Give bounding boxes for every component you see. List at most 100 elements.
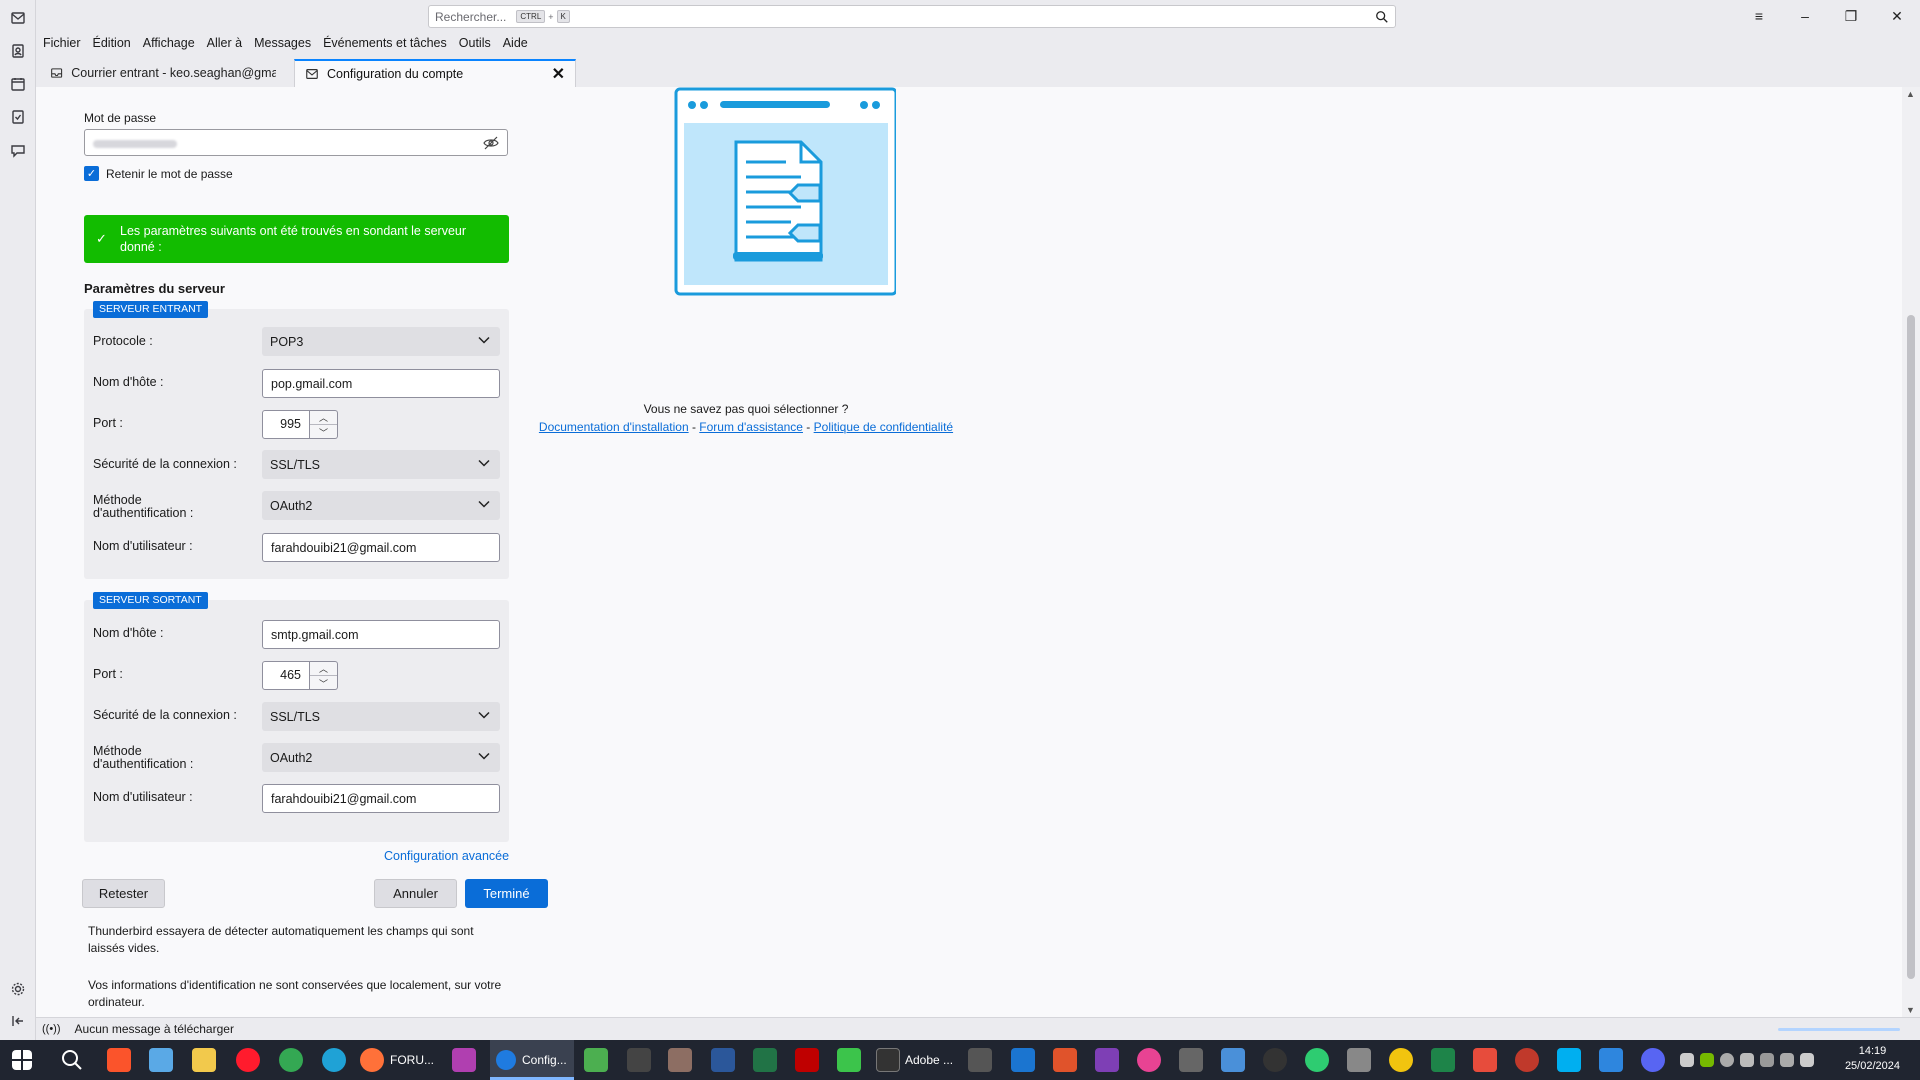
scrollbar-thumb[interactable] xyxy=(1907,315,1915,979)
security-icon[interactable] xyxy=(1740,1053,1754,1067)
tab-inbox[interactable]: Courrier entrant - keo.seaghan@gmail. xyxy=(40,59,286,87)
menu-evenements[interactable]: Événements et tâches xyxy=(323,36,447,50)
incoming-auth-select[interactable]: OAuth2 xyxy=(262,491,500,520)
restore-button[interactable]: ❐ xyxy=(1828,0,1874,32)
pen-app-icon[interactable] xyxy=(1221,1048,1245,1072)
toggle-password-visibility-icon[interactable] xyxy=(483,136,499,150)
outgoing-username-input[interactable]: farahdouibi21@gmail.com xyxy=(262,784,500,813)
incoming-protocol-select[interactable]: POP3 xyxy=(262,327,500,356)
outgoing-port-stepper[interactable]: ︿ ﹀ xyxy=(310,661,338,690)
tray-circle-icon[interactable] xyxy=(1720,1053,1734,1067)
network-icon[interactable] xyxy=(1780,1053,1794,1067)
tab-account-config[interactable]: Configuration du compte ✕ xyxy=(294,59,576,87)
edge-icon[interactable] xyxy=(322,1048,346,1072)
decrement-icon[interactable]: ﹀ xyxy=(310,425,337,439)
microphone-app-icon[interactable] xyxy=(1347,1048,1371,1072)
skype-icon[interactable] xyxy=(1557,1048,1581,1072)
close-window-button[interactable]: ✕ xyxy=(1874,0,1920,32)
advanced-config-link[interactable]: Configuration avancée xyxy=(384,849,509,863)
vertical-scrollbar[interactable]: ▲ ▼ xyxy=(1902,87,1920,1017)
tray-icon[interactable] xyxy=(1680,1053,1694,1067)
affinity-designer-icon[interactable] xyxy=(1011,1048,1035,1072)
remote-desktop-icon[interactable] xyxy=(1599,1048,1623,1072)
settings-icon[interactable] xyxy=(9,980,27,998)
firefox-task-label[interactable]: FORU... xyxy=(390,1053,434,1067)
se-app-icon[interactable] xyxy=(1473,1048,1497,1072)
davinci-icon[interactable] xyxy=(1263,1048,1287,1072)
decrement-icon[interactable]: ﹀ xyxy=(310,676,337,690)
library-icon[interactable] xyxy=(668,1048,692,1072)
chat-icon[interactable] xyxy=(9,141,27,159)
password-field[interactable] xyxy=(84,129,508,156)
file-explorer-app-icon[interactable] xyxy=(149,1048,173,1072)
minimize-button[interactable]: – xyxy=(1782,0,1828,32)
refresh-app-icon[interactable] xyxy=(1305,1048,1329,1072)
battery-icon[interactable] xyxy=(1760,1053,1774,1067)
outgoing-auth-select[interactable]: OAuth2 xyxy=(262,743,500,772)
opera-icon[interactable] xyxy=(236,1048,260,1072)
incoming-hostname-input[interactable]: pop.gmail.com xyxy=(262,369,500,398)
thunderbird-task-label[interactable]: Config... xyxy=(522,1053,567,1067)
app-icon[interactable] xyxy=(452,1048,476,1072)
collapse-spaces-icon[interactable] xyxy=(9,1012,27,1030)
retest-button[interactable]: Retester xyxy=(82,879,165,908)
support-forum-link[interactable]: Forum d'assistance xyxy=(699,420,803,434)
incoming-username-input[interactable]: farahdouibi21@gmail.com xyxy=(262,533,500,562)
notepad-icon[interactable] xyxy=(584,1048,608,1072)
installation-docs-link[interactable]: Documentation d'installation xyxy=(539,420,689,434)
scroll-down-icon[interactable]: ▼ xyxy=(1906,1005,1915,1015)
clock[interactable]: 14:19 25/02/2024 xyxy=(1845,1044,1900,1074)
nvidia-icon[interactable] xyxy=(1700,1053,1714,1067)
menu-messages[interactable]: Messages xyxy=(254,36,311,50)
folder-icon[interactable] xyxy=(192,1048,216,1072)
red-app-icon[interactable] xyxy=(1515,1048,1539,1072)
green-app-icon[interactable] xyxy=(837,1048,861,1072)
global-search-input[interactable]: Rechercher... CTRL + K xyxy=(428,5,1396,28)
word-icon[interactable] xyxy=(711,1048,735,1072)
volume-icon[interactable] xyxy=(1800,1053,1814,1067)
menu-edition[interactable]: Édition xyxy=(93,36,131,50)
affinity-photo-icon[interactable] xyxy=(1095,1048,1119,1072)
menu-aide[interactable]: Aide xyxy=(503,36,528,50)
remember-password-checkbox[interactable]: ✓ xyxy=(84,166,99,181)
adobe-icon[interactable] xyxy=(876,1048,900,1072)
firefox-icon[interactable] xyxy=(360,1048,384,1072)
mail-icon[interactable] xyxy=(9,9,27,27)
increment-icon[interactable]: ︿ xyxy=(310,411,337,425)
incoming-port-input[interactable]: 995 xyxy=(262,410,310,439)
scroll-up-icon[interactable]: ▲ xyxy=(1906,89,1915,99)
adobe-task-label[interactable]: Adobe ... xyxy=(905,1053,953,1067)
windows-start-icon[interactable] xyxy=(12,1050,32,1070)
cancel-button[interactable]: Annuler xyxy=(374,879,457,908)
chrome-icon[interactable] xyxy=(279,1048,303,1072)
app-menu-icon[interactable]: ≡ xyxy=(1736,0,1782,32)
color-app-icon[interactable] xyxy=(1137,1048,1161,1072)
outgoing-port-input[interactable]: 465 xyxy=(262,661,310,690)
outgoing-hostname-input[interactable]: smtp.gmail.com xyxy=(262,620,500,649)
menu-fichier[interactable]: Fichier xyxy=(43,36,81,50)
monitor-app-icon[interactable] xyxy=(1431,1048,1455,1072)
excel-icon[interactable] xyxy=(753,1048,777,1072)
search-icon[interactable] xyxy=(1375,10,1389,24)
filezilla-icon[interactable] xyxy=(795,1048,819,1072)
discord-icon[interactable] xyxy=(1641,1048,1665,1072)
privacy-policy-link[interactable]: Politique de confidentialité xyxy=(814,420,953,434)
increment-icon[interactable]: ︿ xyxy=(310,662,337,676)
editor-icon[interactable] xyxy=(627,1048,651,1072)
tool-icon[interactable] xyxy=(968,1048,992,1072)
tasks-icon[interactable] xyxy=(9,108,27,126)
inkscape-icon[interactable] xyxy=(1179,1048,1203,1072)
address-book-icon[interactable] xyxy=(9,42,27,60)
online-status-icon[interactable]: ((•)) xyxy=(42,1023,61,1035)
close-tab-icon[interactable]: ✕ xyxy=(552,64,565,84)
calendar-icon[interactable] xyxy=(9,75,27,93)
menu-affichage[interactable]: Affichage xyxy=(143,36,195,50)
affinity-publisher-icon[interactable] xyxy=(1053,1048,1077,1072)
remember-password[interactable]: ✓ Retenir le mot de passe xyxy=(84,166,233,181)
menu-aller-a[interactable]: Aller à xyxy=(207,36,242,50)
done-button[interactable]: Terminé xyxy=(465,879,548,908)
menu-outils[interactable]: Outils xyxy=(459,36,491,50)
search-icon[interactable] xyxy=(60,1048,84,1072)
thunderbird-icon[interactable] xyxy=(496,1050,516,1070)
incoming-port-stepper[interactable]: ︿ ﹀ xyxy=(310,410,338,439)
